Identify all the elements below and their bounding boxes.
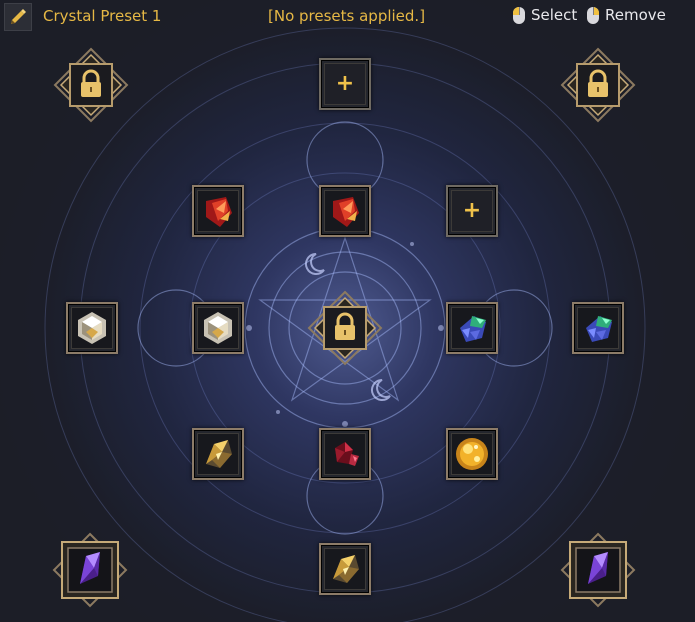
green-blue-crystal-icon	[586, 316, 612, 342]
slot-green-crystal-2[interactable]	[572, 302, 624, 354]
right-click-icon	[587, 6, 599, 24]
green-blue-crystal-icon	[460, 316, 486, 342]
header-bar: Crystal Preset 1 [No presets applied.] S…	[0, 0, 695, 34]
red-crystal-icon	[206, 197, 232, 227]
red-crystal-icon	[333, 197, 359, 227]
slot-green-crystal-1[interactable]	[446, 302, 498, 354]
white-crystal-icon	[204, 312, 232, 344]
pencil-icon	[11, 9, 26, 24]
slot-white-crystal-1[interactable]	[66, 302, 118, 354]
slot-locked-top-right[interactable]	[560, 47, 636, 123]
preset-status: [No presets applied.]	[268, 7, 426, 25]
select-label: Select	[531, 6, 578, 24]
slot-white-crystal-2[interactable]	[192, 302, 244, 354]
left-click-icon	[513, 6, 525, 24]
gold-shard-icon	[206, 440, 232, 468]
slot-red-crystal-1[interactable]	[192, 185, 244, 237]
slot-dark-red-crystal[interactable]	[319, 428, 371, 480]
plus-icon: +	[335, 71, 355, 96]
slot-gold-shard-2[interactable]	[319, 543, 371, 595]
slot-locked-top-left[interactable]	[53, 47, 129, 123]
slot-locked-center[interactable]	[307, 290, 383, 366]
preset-name: Crystal Preset 1	[43, 7, 162, 25]
select-hint: Select	[513, 6, 577, 24]
slot-red-crystal-2[interactable]	[319, 185, 371, 237]
dark-red-crystal-icon	[335, 442, 359, 466]
remove-hint: Remove	[587, 6, 666, 24]
slot-gold-orb[interactable]	[446, 428, 498, 480]
gold-orb-icon	[456, 438, 488, 470]
remove-label: Remove	[605, 6, 666, 24]
slot-gold-shard-1[interactable]	[192, 428, 244, 480]
plus-icon: +	[462, 198, 482, 223]
gold-shard-icon	[333, 555, 359, 583]
edit-preset-button[interactable]	[4, 3, 32, 31]
slot-empty-inner-right[interactable]: +	[446, 185, 498, 237]
crystal-preset-panel: Crystal Preset 1 [No presets applied.] S…	[0, 0, 695, 622]
slot-purple-crystal-right[interactable]	[560, 532, 636, 608]
white-crystal-icon	[78, 312, 106, 344]
slot-purple-crystal-left[interactable]	[52, 532, 128, 608]
slot-empty-top-center[interactable]: +	[319, 58, 371, 110]
